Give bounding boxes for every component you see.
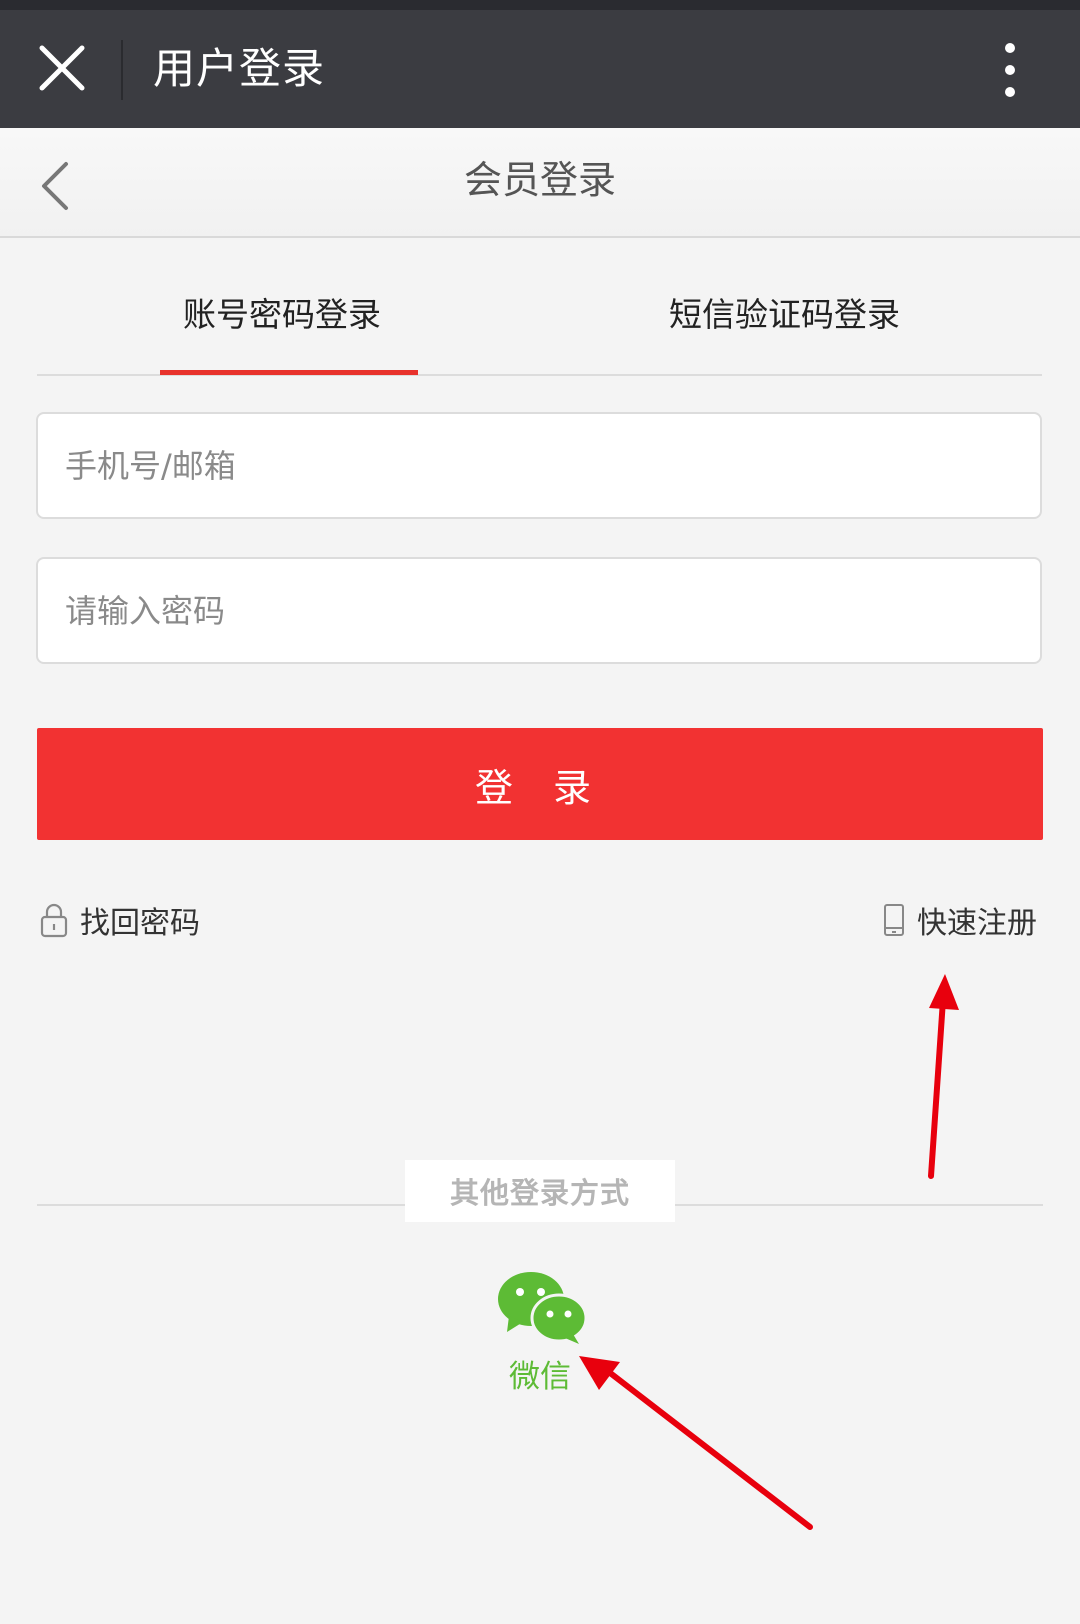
quick-register-label: 快速注册 <box>917 906 1037 941</box>
more-vertical-icon <box>1005 43 1015 97</box>
tab-account-password[interactable]: 账号密码登录 <box>183 290 381 340</box>
annotation-arrow-diagonal <box>579 1356 813 1530</box>
window-title: 用户登录 <box>153 44 326 93</box>
forgot-password-link[interactable]: 找回密码 <box>40 896 200 944</box>
login-button[interactable]: 登 录 <box>37 728 1043 840</box>
other-login-heading: 其他登录方式 <box>449 1176 630 1210</box>
forgot-password-label: 找回密码 <box>80 906 200 941</box>
page-title: 会员登录 <box>463 158 616 202</box>
other-login-heading-box: 其他登录方式 <box>405 1160 675 1222</box>
account-field <box>36 412 1042 519</box>
status-bar <box>0 0 1080 10</box>
close-button[interactable] <box>30 36 94 100</box>
wechat-label: 微信 <box>509 1359 571 1395</box>
close-icon <box>39 45 85 91</box>
annotation-arrow-up <box>928 974 959 1179</box>
window-titlebar: 用户登录 <box>0 10 1080 128</box>
password-field <box>36 557 1042 664</box>
quick-register-link[interactable]: 快速注册 <box>883 896 1037 944</box>
wechat-login-button[interactable]: 微信 <box>485 1272 595 1402</box>
tab-sms-code[interactable]: 短信验证码登录 <box>669 290 900 340</box>
page-header: 会员登录 <box>0 128 1080 238</box>
login-tabs: 账号密码登录 短信验证码登录 <box>37 270 1042 376</box>
password-input[interactable] <box>38 559 1040 662</box>
more-button[interactable] <box>988 40 1032 102</box>
titlebar-divider <box>121 40 123 100</box>
mobile-phone-icon <box>884 904 904 936</box>
wechat-icon <box>498 1272 587 1344</box>
lock-icon <box>40 903 68 938</box>
account-input[interactable] <box>38 414 1040 517</box>
active-tab-indicator <box>160 370 418 375</box>
